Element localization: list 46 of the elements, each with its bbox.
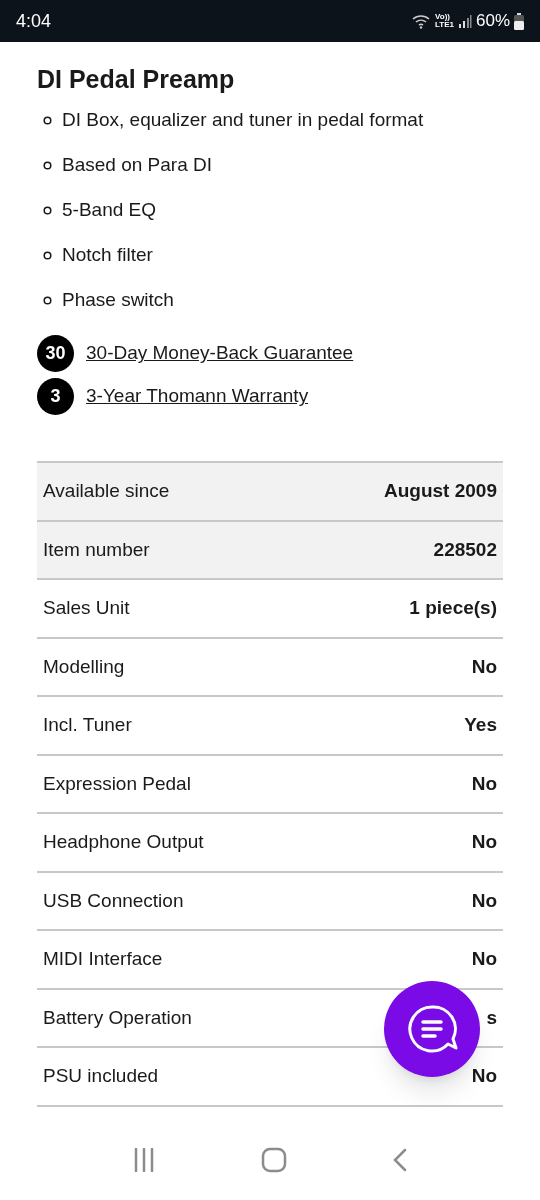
spec-label: Expression Pedal xyxy=(43,771,191,796)
spec-label: Available since xyxy=(43,479,170,503)
spec-value: No xyxy=(471,947,497,971)
feature-text: Notch filter xyxy=(62,243,153,268)
spec-label: Battery Operation xyxy=(43,1005,192,1030)
spec-value: No xyxy=(471,654,497,679)
bullet-icon xyxy=(43,251,52,260)
spec-value: No xyxy=(471,771,497,796)
bullet-icon xyxy=(43,206,52,215)
spec-label: Headphone Output xyxy=(43,830,204,854)
spec-label: MIDI Interface xyxy=(43,947,163,971)
battery-percent: 60% xyxy=(475,10,510,33)
feature-text: Based on Para DI xyxy=(62,153,212,178)
volte-label: Vo)) xyxy=(435,13,450,21)
guarantee-link[interactable]: 3-Year Thomann Warranty xyxy=(86,382,309,411)
spec-value: No xyxy=(471,888,497,913)
spec-value: 1 piece(s) xyxy=(409,596,497,620)
spec-label: Item number xyxy=(43,537,150,562)
network-label: LTE1 xyxy=(435,21,454,29)
spec-value: No xyxy=(471,830,497,854)
spec-value: s xyxy=(486,1005,497,1030)
signal-icon xyxy=(457,14,472,28)
feature-text: 5-Band EQ xyxy=(62,198,156,223)
guarantee-link[interactable]: 30-Day Money-Back Guarantee xyxy=(86,339,354,368)
spec-value: August 2009 xyxy=(384,479,497,503)
guarantee-badge: 3 xyxy=(37,378,74,415)
spec-value: Yes xyxy=(464,713,497,737)
bullet-icon xyxy=(43,116,52,125)
spec-value: No xyxy=(471,1064,497,1088)
home-icon[interactable] xyxy=(261,1147,287,1173)
back-icon[interactable] xyxy=(391,1148,408,1172)
bullet-icon xyxy=(43,296,52,305)
feature-text: DI Box, equalizer and tuner in pedal format xyxy=(62,108,424,133)
spec-label: PSU included xyxy=(43,1064,159,1088)
battery-icon xyxy=(514,12,524,30)
spec-value: 228502 xyxy=(433,537,497,562)
status-time: 4:04 xyxy=(16,9,52,33)
spec-label: Incl. Tuner xyxy=(43,713,132,737)
product-title: DI Pedal Preamp xyxy=(37,64,236,95)
spec-label: Sales Unit xyxy=(43,596,130,620)
bullet-icon xyxy=(43,161,52,170)
spec-label: Modelling xyxy=(43,654,125,679)
wifi-icon xyxy=(411,13,431,29)
feature-text: Phase switch xyxy=(62,288,174,313)
spec-label: USB Connection xyxy=(43,888,184,913)
guarantee-badge: 30 xyxy=(37,335,74,372)
